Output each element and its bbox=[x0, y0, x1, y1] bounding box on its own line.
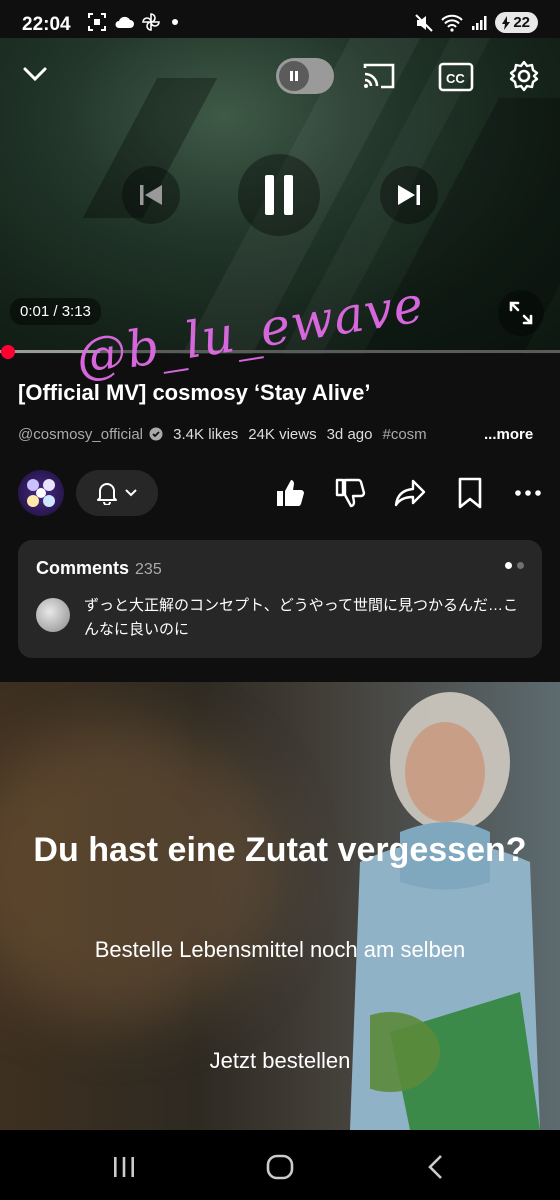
cloud-icon bbox=[115, 16, 134, 28]
recent-apps-button[interactable] bbox=[112, 1156, 136, 1183]
channel-avatar[interactable] bbox=[18, 470, 64, 516]
video-meta[interactable]: @cosmosy_official 3.4K likes 24K views 3… bbox=[18, 426, 488, 443]
autoplay-knob bbox=[279, 61, 309, 91]
system-nav-bar bbox=[0, 1130, 560, 1200]
comments-label: Comments bbox=[36, 558, 130, 578]
recents-icon bbox=[114, 1157, 134, 1177]
share-icon bbox=[394, 479, 426, 507]
chevron-down-small-icon bbox=[125, 489, 137, 497]
cast-button[interactable] bbox=[362, 62, 396, 95]
save-button[interactable] bbox=[450, 474, 490, 512]
verified-icon bbox=[149, 427, 163, 441]
screenshot-icon bbox=[88, 13, 106, 31]
hashtag[interactable]: #cosm bbox=[382, 426, 426, 443]
share-button[interactable] bbox=[390, 474, 430, 512]
status-notification-icons bbox=[88, 13, 178, 31]
signal-icon bbox=[472, 15, 487, 30]
carousel-dots bbox=[505, 562, 524, 569]
cast-icon bbox=[363, 63, 395, 89]
progress-scrubber[interactable] bbox=[1, 345, 15, 359]
comments-count: 235 bbox=[135, 561, 162, 578]
thumbs-down-icon bbox=[335, 478, 366, 508]
commenter-avatar bbox=[36, 598, 70, 632]
next-button[interactable] bbox=[380, 166, 438, 224]
more-actions-button[interactable] bbox=[508, 474, 548, 512]
like-button[interactable] bbox=[270, 474, 310, 512]
dislike-button[interactable] bbox=[330, 474, 370, 512]
back-icon bbox=[428, 1155, 442, 1179]
fullscreen-icon bbox=[509, 301, 533, 325]
bell-icon bbox=[97, 483, 117, 505]
battery-level: 22 bbox=[513, 14, 530, 31]
pause-button[interactable] bbox=[238, 154, 320, 236]
svg-text:CC: CC bbox=[446, 71, 465, 86]
comments-card[interactable]: Comments 235 ずっと大正解のコンセプト、どうやって世間に見つかるんだ…… bbox=[18, 540, 542, 658]
collapse-player-button[interactable] bbox=[22, 64, 48, 89]
wifi-icon bbox=[441, 14, 464, 32]
gear-icon bbox=[509, 60, 539, 92]
status-system-icons: 22 bbox=[415, 12, 538, 33]
skip-next-icon bbox=[398, 185, 420, 205]
view-count: 24K views bbox=[248, 426, 317, 443]
home-icon bbox=[266, 1154, 294, 1180]
cc-icon: CC bbox=[438, 62, 474, 92]
charging-icon bbox=[502, 15, 511, 30]
comments-header: Comments 235 bbox=[36, 558, 162, 579]
dot-icon bbox=[172, 19, 178, 25]
video-title[interactable]: [Official MV] cosmosy ‘Stay Alive’ bbox=[18, 380, 371, 406]
top-comment-text: ずっと大正解のコンセプト、どうやって世間に見つかるんだ…こんなに良いのに bbox=[84, 597, 518, 638]
back-button[interactable] bbox=[426, 1154, 444, 1185]
bookmark-icon bbox=[458, 477, 482, 509]
upload-age: 3d ago bbox=[326, 426, 373, 443]
ad-banner[interactable]: Du hast eine Zutat vergessen? Bestelle L… bbox=[0, 682, 560, 1130]
ad-headline: Du hast eine Zutat vergessen? bbox=[33, 831, 527, 869]
status-time: 22:04 bbox=[22, 14, 71, 35]
autoplay-toggle[interactable] bbox=[276, 58, 334, 94]
home-button[interactable] bbox=[266, 1154, 294, 1185]
ad-cta-button[interactable]: Jetzt bestellen bbox=[0, 1048, 560, 1074]
more-horizontal-icon bbox=[515, 490, 541, 496]
captions-button[interactable]: CC bbox=[438, 62, 474, 97]
thumbs-up-icon bbox=[277, 480, 304, 506]
time-display: 0:01 / 3:13 bbox=[10, 298, 101, 325]
more-button[interactable]: ...more bbox=[484, 426, 533, 443]
pause-small-icon bbox=[290, 71, 298, 81]
pinwheel-icon bbox=[142, 13, 160, 31]
skip-previous-icon bbox=[140, 185, 162, 205]
ad-subline: Bestelle Lebensmittel noch am selben bbox=[94, 937, 466, 962]
battery-indicator: 22 bbox=[495, 12, 538, 33]
flower-logo-icon bbox=[27, 479, 55, 507]
notification-bell-button[interactable] bbox=[76, 470, 158, 516]
previous-button[interactable] bbox=[122, 166, 180, 224]
mute-icon bbox=[415, 13, 434, 32]
pause-icon bbox=[265, 175, 293, 215]
settings-button[interactable] bbox=[508, 60, 540, 97]
fullscreen-button[interactable] bbox=[498, 290, 544, 336]
chevron-down-icon bbox=[23, 67, 47, 82]
like-count: 3.4K likes bbox=[173, 426, 239, 443]
channel-handle[interactable]: @cosmosy_official bbox=[18, 426, 163, 443]
